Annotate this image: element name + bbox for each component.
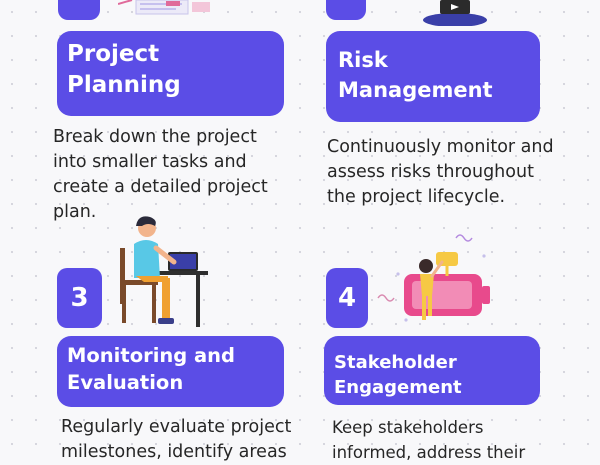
section-description-stakeholder-engagement: Keep stakeholders informed, address thei… [332, 415, 525, 465]
section-title-monitoring-evaluation: Monitoring and Evaluation [57, 336, 284, 407]
description-line-2: into smaller tasks and [53, 152, 247, 172]
section-description-monitoring-evaluation: Regularly evaluate project milestones, i… [61, 415, 291, 465]
person-at-desk-illustration [120, 216, 208, 327]
title-line-2: Evaluation [67, 371, 184, 394]
description-line-3: the project lifecycle. [327, 187, 506, 207]
title-line-1: Stakeholder [334, 352, 457, 373]
title-line-1: Monitoring and [67, 344, 236, 367]
title-line-1: Project [67, 41, 160, 67]
planning-documents-illustration [118, 0, 210, 15]
description-line-2: informed, address their [332, 443, 526, 462]
step-number-badge-4: 4 [326, 268, 368, 328]
title-line-1: Risk [338, 48, 388, 72]
description-line-3: create a detailed project [53, 177, 268, 197]
description-line-2: milestones, identify areas [61, 442, 287, 462]
title-line-2: Planning [67, 72, 181, 98]
person-climbing-battery-illustration [377, 234, 490, 322]
step-number-3: 3 [70, 283, 89, 313]
description-line-1: Keep stakeholders [332, 418, 484, 437]
step-number-badge-2 [326, 0, 366, 20]
description-line-1: Regularly evaluate project [61, 417, 292, 437]
section-title-risk-management: Risk Management [326, 31, 540, 122]
step-number-4: 4 [337, 283, 357, 313]
section-title-project-planning: Project Planning [57, 31, 284, 116]
description-line-1: Break down the project [53, 127, 257, 147]
section-description-project-planning: Break down the project into smaller task… [53, 125, 268, 225]
laptop-person-illustration [423, 0, 487, 26]
title-line-2: Management [338, 78, 493, 102]
step-number-badge-3: 3 [57, 268, 102, 328]
description-line-2: assess risks throughout [327, 162, 534, 182]
step-number-badge-1 [58, 0, 100, 20]
section-title-stakeholder-engagement: Stakeholder Engagement [324, 336, 540, 405]
description-line-1: Continuously monitor and [327, 137, 554, 157]
title-line-2: Engagement [334, 377, 462, 398]
section-description-risk-management: Continuously monitor and assess risks th… [327, 135, 554, 210]
